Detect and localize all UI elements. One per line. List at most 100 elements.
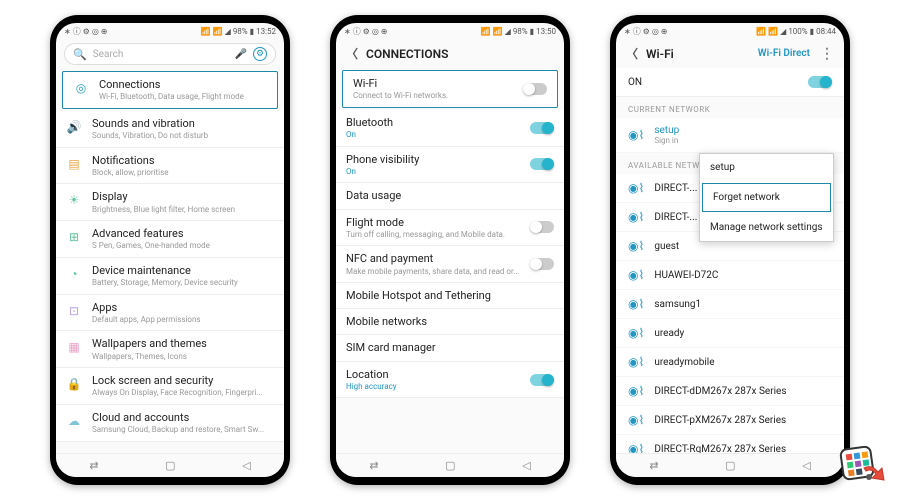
settings-list: ◎ Connections Wi-Fi, Bluetooth, Data usa… (56, 69, 284, 453)
wifi-network[interactable]: ◉⌇ DIRECT-RqM267x 287x Series (616, 435, 844, 453)
settings-item-cloud-and-accounts[interactable]: ☁ Cloud and accounts Samsung Cloud, Back… (56, 405, 284, 442)
connection-item-bluetooth[interactable]: BluetoothOn (336, 110, 564, 147)
connection-item-location[interactable]: LocationHigh accuracy (336, 362, 564, 399)
network-name: guest (654, 241, 679, 252)
toggle[interactable] (530, 258, 554, 270)
home-button[interactable]: ▢ (165, 459, 175, 472)
nav-bar: ⇄ ▢ ◁ (56, 453, 284, 477)
search-bar[interactable]: 🔍 Search 🎤 ⚙ (64, 43, 276, 65)
connection-item-wi-fi[interactable]: Wi-FiConnect to Wi-Fi networks. (342, 70, 558, 108)
item-sub: Wi-Fi, Bluetooth, Data usage, Flight mod… (99, 92, 267, 102)
network-name: uready (654, 328, 684, 339)
toggle[interactable] (523, 83, 547, 95)
wifi-icon: ◉⌇ (628, 355, 644, 369)
back-icon[interactable]: 〈 (626, 45, 638, 62)
connections-list: Wi-FiConnect to Wi-Fi networks.Bluetooth… (336, 68, 564, 453)
wifi-content: CURRENT NETWORK ◉⌇ setup Sign in AVAILAB… (616, 97, 844, 453)
network-name: setup (654, 125, 679, 136)
header-title: Wi-Fi (646, 47, 674, 61)
settings-item-wallpapers-and-themes[interactable]: ▦ Wallpapers and themes Wallpapers, Them… (56, 331, 284, 368)
menu-item-manage[interactable]: Manage network settings (700, 214, 833, 241)
item-title: Display (92, 190, 274, 203)
menu-item-setup[interactable]: setup (700, 154, 833, 181)
settings-item-advanced-features[interactable]: ⊞ Advanced features S Pen, Games, One-ha… (56, 221, 284, 258)
header-title: CONNECTIONS (366, 47, 448, 61)
item-title: Lock screen and security (92, 374, 274, 387)
back-button[interactable]: ◁ (242, 459, 250, 472)
item-sub: Block, allow, prioritise (92, 168, 274, 178)
recent-button[interactable]: ⇄ (649, 459, 658, 472)
home-button[interactable]: ▢ (725, 459, 735, 472)
recent-button[interactable]: ⇄ (369, 459, 378, 472)
connection-item-data-usage[interactable]: Data usage (336, 183, 564, 209)
settings-item-connections[interactable]: ◎ Connections Wi-Fi, Bluetooth, Data usa… (62, 71, 278, 109)
current-network[interactable]: ◉⌇ setup Sign in (616, 118, 844, 153)
connection-item-nfc-and-payment[interactable]: NFC and paymentMake mobile payments, sha… (336, 246, 564, 283)
item-icon: ◎ (73, 80, 89, 96)
toggle[interactable] (530, 158, 554, 170)
network-name: samsung1 (654, 299, 701, 310)
wifi-icon: ◉⌇ (628, 239, 644, 253)
back-button[interactable]: ◁ (522, 459, 530, 472)
item-title: Connections (99, 78, 267, 91)
settings-item-lock-screen-and-security[interactable]: 🔒 Lock screen and security Always On Dis… (56, 368, 284, 405)
connection-item-mobile-hotspot-and-tethering[interactable]: Mobile Hotspot and Tethering (336, 283, 564, 309)
item-title: Sounds and vibration (92, 117, 274, 130)
connection-item-phone-visibility[interactable]: Phone visibilityOn (336, 147, 564, 184)
more-icon[interactable]: ⋮ (820, 46, 834, 62)
context-menu: setup Forget network Manage network sett… (699, 153, 834, 242)
item-sub: Battery, Storage, Memory, Device securit… (92, 278, 274, 288)
item-title: Wallpapers and themes (92, 337, 274, 350)
wifi-network[interactable]: ◉⌇ HUAWEI-D72C (616, 261, 844, 290)
wifi-network[interactable]: ◉⌇ DIRECT-dDM267x 287x Series (616, 377, 844, 406)
connection-item-mobile-networks[interactable]: Mobile networks (336, 309, 564, 335)
nav-bar: ⇄ ▢ ◁ (336, 453, 564, 477)
toggle[interactable] (530, 122, 554, 134)
connection-item-flight-mode[interactable]: Flight modeTurn off calling, messaging, … (336, 210, 564, 247)
connection-item-sim-card-manager[interactable]: SIM card manager (336, 335, 564, 361)
item-icon: 🔊 (66, 119, 82, 135)
item-title: Apps (92, 301, 274, 314)
wifi-network[interactable]: ◉⌇ ureadymobile (616, 348, 844, 377)
header: 〈 CONNECTIONS (336, 39, 564, 68)
wifi-direct-link[interactable]: Wi-Fi Direct (758, 48, 810, 59)
item-icon: 🔒 (66, 376, 82, 392)
phone-settings: ∗ ⓘ ⚙ ◎ ⊕ 📶 📶 ◢98%▮13:52 🔍 Search 🎤 ⚙ ◎ … (50, 15, 290, 485)
toggle[interactable] (530, 374, 554, 386)
wifi-icon: ◉⌇ (628, 384, 644, 398)
settings-item-apps[interactable]: ⊡ Apps Default apps, App permissions (56, 295, 284, 332)
settings-item-notifications[interactable]: ▤ Notifications Block, allow, prioritise (56, 148, 284, 185)
item-title: Data usage (346, 189, 554, 202)
settings-item-device-maintenance[interactable]: ◔ Device maintenance Battery, Storage, M… (56, 258, 284, 295)
watermark-logo (834, 446, 888, 492)
back-button[interactable]: ◁ (802, 459, 810, 472)
item-icon: ◔ (66, 266, 82, 282)
wifi-master-toggle-row[interactable]: ON (616, 68, 844, 97)
settings-item-display[interactable]: ☀ Display Brightness, Blue light filter,… (56, 184, 284, 221)
wifi-network[interactable]: ◉⌇ uready (616, 319, 844, 348)
item-sub: Always On Display, Face Recognition, Fin… (92, 388, 274, 398)
search-placeholder: Search (93, 49, 229, 60)
mic-icon[interactable]: 🎤 (235, 49, 247, 60)
account-icon[interactable]: ⚙ (253, 47, 267, 61)
current-network-header: CURRENT NETWORK (616, 97, 844, 118)
on-label: ON (628, 77, 642, 88)
item-sub: Make mobile payments, share data, and re… (346, 267, 520, 277)
home-button[interactable]: ▢ (445, 459, 455, 472)
item-sub: On (346, 167, 520, 177)
search-icon: 🔍 (73, 48, 87, 61)
recent-button[interactable]: ⇄ (89, 459, 98, 472)
item-title: SIM card manager (346, 341, 554, 354)
wifi-network[interactable]: ◉⌇ DIRECT-pXM267x 287x Series (616, 406, 844, 435)
settings-item-sounds-and-vibration[interactable]: 🔊 Sounds and vibration Sounds, Vibration… (56, 111, 284, 148)
item-icon: ▤ (66, 156, 82, 172)
wifi-icon: ◉⌇ (628, 413, 644, 427)
wifi-toggle[interactable] (808, 76, 832, 88)
item-sub: Connect to Wi-Fi networks. (353, 91, 513, 101)
toggle[interactable] (530, 221, 554, 233)
item-icon: ☀ (66, 192, 82, 208)
menu-item-forget[interactable]: Forget network (702, 183, 831, 212)
network-name: DIRECT-RqM267x 287x Series (654, 444, 786, 454)
back-icon[interactable]: 〈 (346, 45, 358, 62)
wifi-network[interactable]: ◉⌇ samsung1 (616, 290, 844, 319)
